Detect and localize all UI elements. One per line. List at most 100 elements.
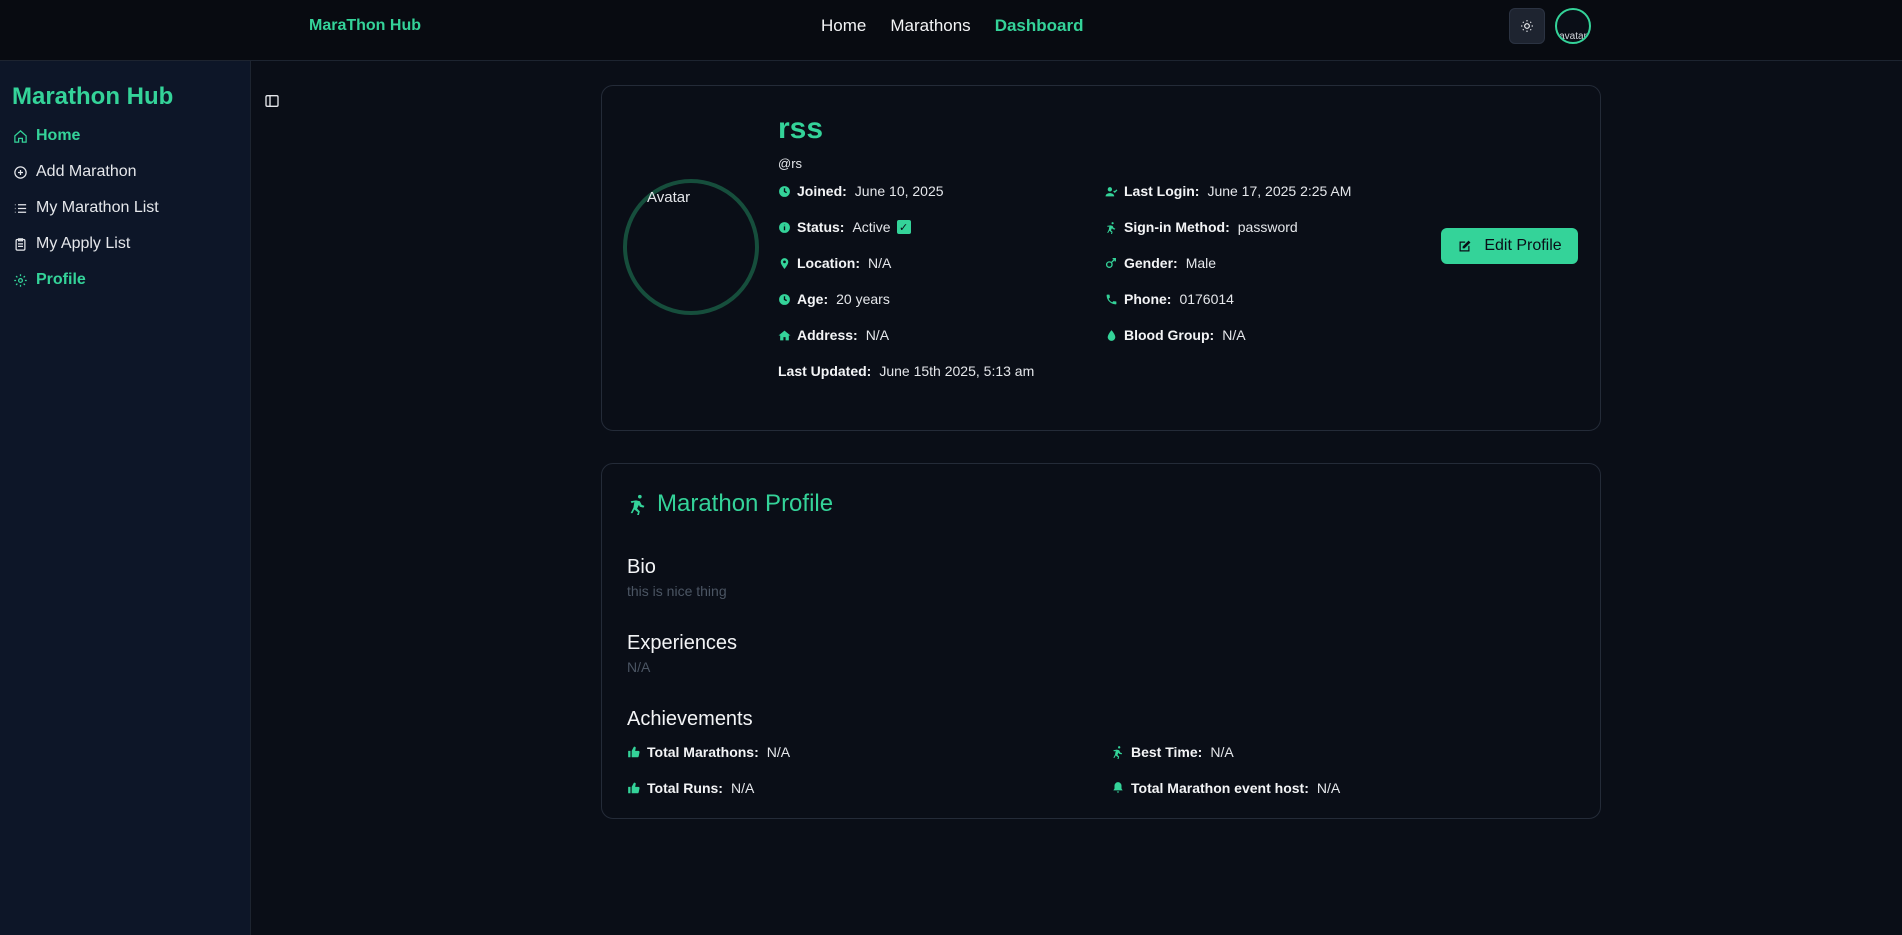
blood-group-field: Blood Group: N/A xyxy=(1105,327,1246,343)
experiences-heading: Experiences xyxy=(627,632,738,654)
last-updated-field: Last Updated: June 15th 2025, 5:13 am xyxy=(778,363,1034,379)
gear-icon xyxy=(12,272,28,288)
theme-toggle-button[interactable] xyxy=(1509,8,1545,44)
edit-profile-label: Edit Profile xyxy=(1484,237,1562,254)
blood-group-label: Blood Group: xyxy=(1124,327,1215,343)
last-updated-value: June 15th 2025, 5:13 am xyxy=(879,363,1035,379)
location-field: Location: N/A xyxy=(778,255,891,271)
last-login-value: June 17, 2025 2:25 AM xyxy=(1207,183,1352,199)
runner-icon xyxy=(630,494,645,515)
bio-heading: Bio xyxy=(627,556,656,578)
best-time-field: Best Time: N/A xyxy=(1111,744,1234,760)
age-field: Age: 20 years xyxy=(778,291,890,307)
last-updated-label: Last Updated: xyxy=(778,363,872,379)
sidebar-item-label: My Marathon List xyxy=(36,199,159,216)
address-field: Address: N/A xyxy=(778,327,889,343)
gender-field: Gender: Male xyxy=(1105,255,1216,271)
info-icon xyxy=(779,221,790,233)
signin-method-field: Sign-in Method: password xyxy=(1105,219,1298,235)
total-marathons-label: Total Marathons: xyxy=(647,744,759,760)
profile-avatar-alt: Avatar xyxy=(647,189,691,206)
sidebar-item-home[interactable]: Home xyxy=(12,127,80,145)
clock-icon xyxy=(779,185,790,197)
sidebar-brand: Marathon Hub xyxy=(12,83,174,110)
top-nav: Home Marathons Dashboard xyxy=(821,16,1083,36)
status-field: Status: Active ✓ xyxy=(778,219,911,235)
address-label: Address: xyxy=(797,327,858,343)
edit-icon xyxy=(1459,240,1471,251)
profile-name: rss xyxy=(778,112,824,145)
age-value: 20 years xyxy=(836,291,890,307)
sidebar-item-label: Home xyxy=(36,127,81,144)
nav-home[interactable]: Home xyxy=(821,16,866,36)
sidebar-item-label: My Apply List xyxy=(36,235,131,252)
avatar-alt-text: avatar xyxy=(1559,31,1587,42)
blood-drop-icon xyxy=(1107,329,1116,341)
map-pin-icon xyxy=(780,257,789,269)
profile-card: Avatar rss @rs Joined: June 10, 2025 Sta… xyxy=(601,85,1601,431)
gender-value: Male xyxy=(1185,255,1217,271)
sidebar-item-profile[interactable]: Profile xyxy=(12,271,86,289)
sidebar-item-my-apply-list[interactable]: My Apply List xyxy=(12,235,130,253)
joined-field: Joined: June 10, 2025 xyxy=(778,183,944,199)
location-value: N/A xyxy=(868,255,892,271)
list-icon xyxy=(12,200,28,216)
thumbs-up-icon xyxy=(628,746,640,758)
phone-value: 0176014 xyxy=(1179,291,1234,307)
marathon-profile-title-text: Marathon Profile xyxy=(657,490,834,517)
clock-icon xyxy=(779,293,790,305)
sidebar-toggle-icon[interactable] xyxy=(264,93,280,109)
top-navbar: MaraThon Hub Home Marathons Dashboard av… xyxy=(0,0,1902,61)
user-avatar[interactable]: avatar xyxy=(1555,8,1591,44)
total-runs-value: N/A xyxy=(730,780,755,796)
experiences-text: N/A xyxy=(627,659,651,675)
age-label: Age: xyxy=(797,291,829,307)
nav-dashboard[interactable]: Dashboard xyxy=(995,16,1084,36)
sun-icon xyxy=(1521,20,1533,32)
marathon-profile-card: Marathon Profile Bio this is nice thing … xyxy=(601,463,1601,819)
blood-group-value: N/A xyxy=(1222,327,1246,343)
total-hosted-value: N/A xyxy=(1316,780,1341,796)
total-runs-label: Total Runs: xyxy=(647,780,723,796)
check-icon: ✓ xyxy=(896,220,911,234)
total-hosted-label: Total Marathon event host: xyxy=(1131,780,1309,796)
sidebar-item-label: Profile xyxy=(36,271,86,288)
bio-text: this is nice thing xyxy=(627,583,727,599)
sidebar: Marathon Hub Home Add Marathon My Marath… xyxy=(0,61,251,935)
gender-icon xyxy=(1105,257,1116,268)
joined-label: Joined: xyxy=(797,183,847,199)
sidebar-item-my-marathon-list[interactable]: My Marathon List xyxy=(12,199,159,217)
signin-method-value: password xyxy=(1237,219,1298,235)
total-hosted-field: Total Marathon event host: N/A xyxy=(1111,780,1340,796)
total-marathons-value: N/A xyxy=(766,744,791,760)
last-login-field: Last Login: June 17, 2025 2:25 AM xyxy=(1105,183,1351,199)
phone-icon xyxy=(1106,294,1117,304)
status-value: Active xyxy=(852,219,891,235)
profile-avatar: Avatar xyxy=(623,179,759,315)
status-label: Status: xyxy=(797,219,845,235)
nav-marathons[interactable]: Marathons xyxy=(890,16,970,36)
address-value: N/A xyxy=(865,327,890,343)
sidebar-item-label: Add Marathon xyxy=(36,163,137,180)
joined-value: June 10, 2025 xyxy=(854,183,944,199)
plus-circle-icon xyxy=(12,164,28,180)
edit-profile-button[interactable]: Edit Profile xyxy=(1441,228,1578,264)
runner-icon xyxy=(1107,221,1116,234)
phone-field: Phone: 0176014 xyxy=(1105,291,1234,307)
total-runs-field: Total Runs: N/A xyxy=(627,780,754,796)
marathon-profile-title: Marathon Profile xyxy=(627,490,833,518)
navbar-brand[interactable]: MaraThon Hub xyxy=(309,17,421,35)
sidebar-item-add-marathon[interactable]: Add Marathon xyxy=(12,163,137,181)
home-icon xyxy=(12,128,28,144)
runner-icon xyxy=(1113,746,1123,759)
house-icon xyxy=(778,330,791,340)
location-label: Location: xyxy=(797,255,860,271)
user-check-icon xyxy=(1105,186,1118,196)
best-time-label: Best Time: xyxy=(1131,744,1203,760)
last-login-label: Last Login: xyxy=(1124,183,1200,199)
signin-method-label: Sign-in Method: xyxy=(1124,219,1230,235)
gender-label: Gender: xyxy=(1124,255,1178,271)
thumbs-up-icon xyxy=(628,782,640,794)
best-time-value: N/A xyxy=(1210,744,1234,760)
bell-icon xyxy=(1113,782,1123,793)
